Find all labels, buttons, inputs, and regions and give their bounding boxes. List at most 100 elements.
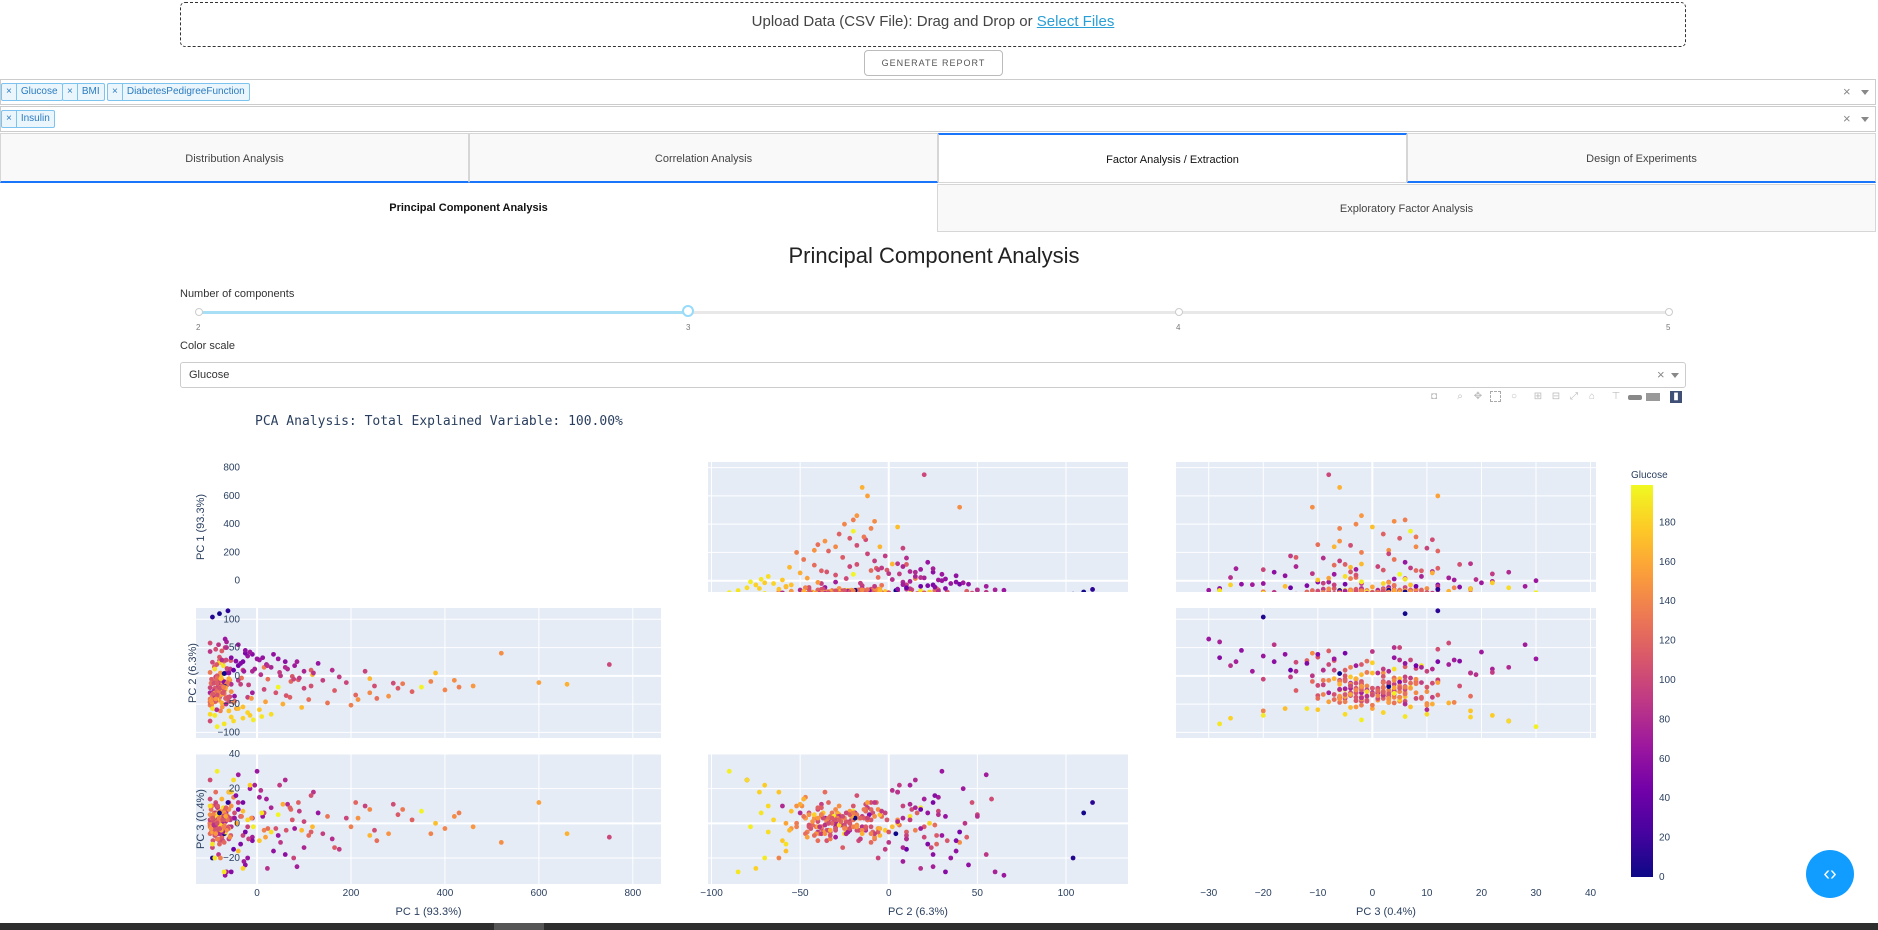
data-point[interactable] [889, 824, 895, 830]
data-point[interactable] [1364, 698, 1370, 704]
data-point[interactable] [1489, 580, 1495, 586]
data-point[interactable] [207, 777, 213, 783]
data-point[interactable] [1249, 668, 1255, 674]
data-point[interactable] [1081, 810, 1087, 816]
data-point[interactable] [1331, 697, 1337, 702]
data-point[interactable] [232, 810, 237, 816]
data-point[interactable] [367, 833, 373, 838]
scatter-panel[interactable] [708, 753, 1128, 884]
data-point[interactable] [400, 681, 406, 687]
data-point[interactable] [1342, 711, 1348, 717]
data-point[interactable] [780, 803, 785, 809]
data-point[interactable] [252, 782, 258, 788]
data-point[interactable] [918, 826, 924, 831]
data-point[interactable] [872, 800, 877, 805]
data-point[interactable] [1309, 650, 1315, 656]
data-point[interactable] [1424, 702, 1430, 708]
data-point[interactable] [875, 855, 881, 861]
data-point[interactable] [271, 848, 276, 854]
data-point[interactable] [1348, 589, 1353, 594]
data-point[interactable] [842, 521, 847, 527]
data-point[interactable] [1402, 684, 1408, 690]
pca-scatter-matrix[interactable]: PCA Analysis: Total Explained Variable: … [0, 405, 1878, 923]
data-point[interactable] [833, 544, 838, 550]
data-point[interactable] [1369, 670, 1375, 676]
data-point[interactable] [212, 712, 218, 718]
data-point[interactable] [1369, 702, 1375, 708]
data-point[interactable] [1288, 585, 1293, 591]
data-point[interactable] [1413, 663, 1419, 669]
data-point[interactable] [865, 551, 870, 557]
data-point[interactable] [1425, 591, 1430, 597]
data-point[interactable] [1233, 566, 1239, 572]
data-point[interactable] [815, 591, 820, 596]
data-point[interactable] [1001, 872, 1007, 878]
data-point[interactable] [1408, 528, 1413, 534]
data-point[interactable] [1402, 678, 1408, 684]
scatter-panel[interactable] [196, 608, 661, 738]
data-point[interactable] [1364, 591, 1370, 596]
data-point[interactable] [1359, 672, 1364, 678]
data-point[interactable] [839, 591, 844, 596]
data-point[interactable] [877, 589, 883, 594]
data-point[interactable] [238, 841, 244, 847]
data-point[interactable] [1429, 666, 1435, 672]
data-point[interactable] [1320, 692, 1326, 697]
data-point[interactable] [992, 869, 998, 875]
data-point[interactable] [895, 561, 901, 567]
data-point[interactable] [1337, 590, 1342, 596]
data-point[interactable] [264, 866, 270, 871]
data-point[interactable] [433, 820, 438, 826]
data-point[interactable] [914, 810, 920, 816]
data-point[interactable] [1489, 571, 1495, 577]
data-point[interactable] [1402, 517, 1408, 523]
data-point[interactable] [355, 697, 361, 702]
data-point[interactable] [1309, 673, 1315, 679]
data-point[interactable] [247, 649, 253, 655]
data-point[interactable] [225, 800, 231, 805]
data-point[interactable] [259, 714, 265, 719]
data-point[interactable] [807, 591, 812, 596]
data-point[interactable] [1309, 571, 1315, 577]
data-point[interactable] [282, 777, 288, 783]
data-point[interactable] [213, 646, 219, 652]
data-point[interactable] [1380, 588, 1386, 594]
data-point[interactable] [240, 866, 246, 871]
data-point[interactable] [282, 659, 288, 665]
data-point[interactable] [210, 659, 215, 665]
data-point[interactable] [921, 590, 927, 595]
data-point[interactable] [1320, 677, 1326, 683]
data-point[interactable] [242, 829, 248, 835]
data-point[interactable] [808, 592, 813, 597]
data-point[interactable] [859, 485, 865, 490]
data-point[interactable] [854, 542, 860, 548]
data-point[interactable] [765, 803, 771, 809]
data-point[interactable] [1446, 588, 1452, 594]
data-point[interactable] [889, 561, 895, 567]
data-point[interactable] [861, 534, 867, 540]
data-point[interactable] [1359, 588, 1364, 593]
plotly-logo-icon[interactable]: ▮ [1670, 391, 1682, 403]
data-point[interactable] [310, 824, 315, 830]
data-point[interactable] [1386, 696, 1392, 701]
data-point[interactable] [1353, 566, 1359, 572]
data-point[interactable] [247, 782, 253, 788]
data-point[interactable] [1473, 672, 1479, 678]
data-point[interactable] [1429, 680, 1435, 686]
data-point[interactable] [762, 855, 768, 861]
data-point[interactable] [1397, 571, 1403, 577]
data-point[interactable] [223, 805, 229, 811]
data-point[interactable] [320, 677, 326, 683]
data-point[interactable] [801, 796, 807, 802]
data-point[interactable] [1533, 724, 1539, 730]
data-point[interactable] [294, 659, 300, 665]
data-point[interactable] [1457, 562, 1463, 567]
data-point[interactable] [1304, 706, 1310, 712]
data-point[interactable] [966, 862, 971, 868]
data-point[interactable] [1320, 590, 1326, 595]
data-point[interactable] [859, 587, 865, 592]
data-point[interactable] [1337, 671, 1343, 676]
data-point[interactable] [939, 578, 945, 584]
data-point[interactable] [850, 528, 856, 534]
data-point[interactable] [896, 782, 902, 788]
